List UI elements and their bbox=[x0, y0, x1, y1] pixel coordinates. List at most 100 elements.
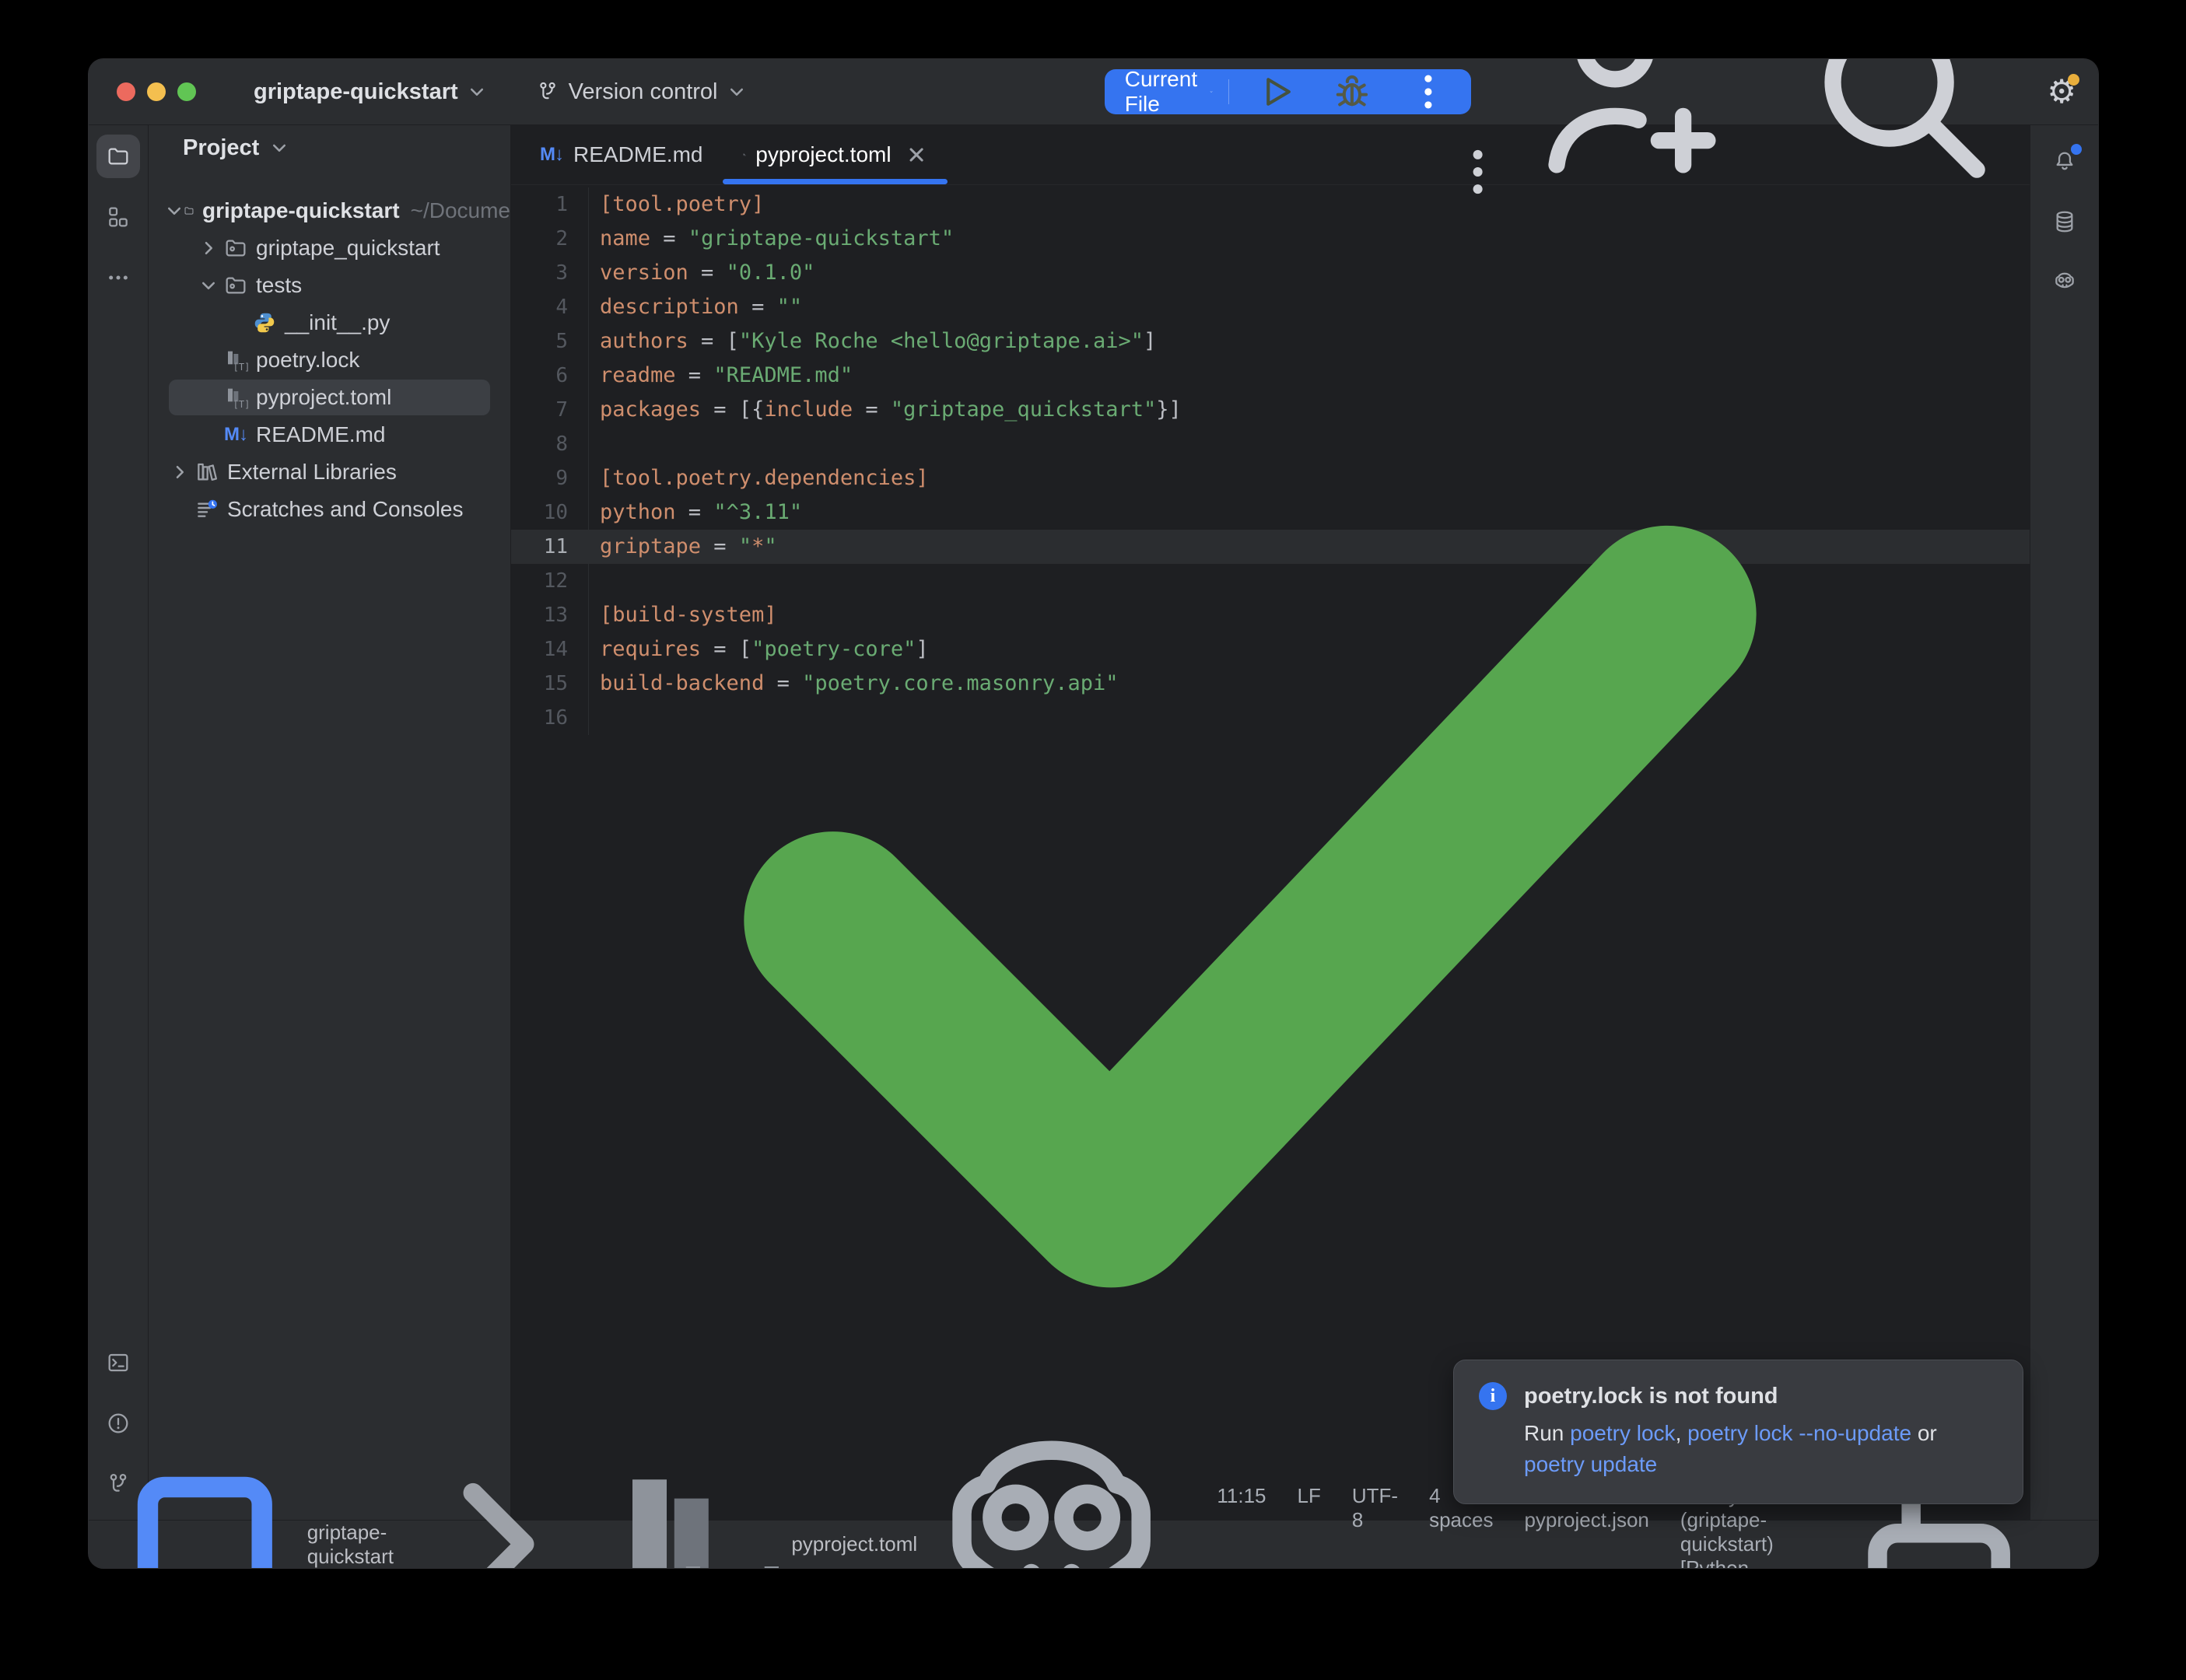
tree-item-path: ~/Docume bbox=[411, 198, 510, 223]
tree-item-label: tests bbox=[256, 273, 302, 298]
ide-window: griptape-quickstart Version control Curr… bbox=[88, 58, 2099, 1569]
settings-update-badge bbox=[2068, 74, 2079, 86]
svg-text:[T]: [T] bbox=[671, 1555, 781, 1569]
settings-gear-icon[interactable]: ⚙ bbox=[2047, 77, 2076, 107]
run-configuration-widget[interactable]: Current File bbox=[1105, 69, 1471, 114]
copilot-icon bbox=[2052, 270, 2077, 295]
tree-item-griptape_quickstart[interactable]: griptape_quickstart bbox=[149, 229, 510, 267]
run-config-label: Current File bbox=[1125, 67, 1197, 117]
tree-item-poetry.lock[interactable]: [T]poetry.lock bbox=[149, 341, 510, 379]
notification-title: poetry.lock is not found bbox=[1524, 1384, 1778, 1409]
info-icon: i bbox=[1479, 1382, 1507, 1410]
tree-item-__init__.py[interactable]: __init__.py bbox=[149, 304, 510, 341]
breadcrumb-file[interactable]: pyproject.toml bbox=[791, 1532, 917, 1556]
toml-file-icon: [T] bbox=[743, 142, 746, 167]
database-toolwindow-button[interactable] bbox=[2043, 200, 2086, 243]
tree-item-griptape-quickstart[interactable]: griptape-quickstart ~/Docume bbox=[149, 192, 510, 229]
tree-item-label: Scratches and Consoles bbox=[227, 497, 464, 522]
tab-label: README.md bbox=[573, 142, 702, 167]
project-name: griptape-quickstart bbox=[254, 79, 458, 105]
editor-tab-pyproject.toml[interactable]: [T] pyproject.toml bbox=[723, 125, 947, 184]
structure-toolwindow-button[interactable] bbox=[96, 195, 140, 239]
toml-icon: [T] bbox=[223, 385, 248, 410]
vcs-widget[interactable]: Version control bbox=[525, 72, 757, 113]
problems-icon bbox=[106, 1411, 131, 1436]
more-toolwindows-button[interactable] bbox=[96, 256, 140, 299]
tab-label: pyproject.toml bbox=[755, 142, 891, 167]
terminal-toolwindow-button[interactable] bbox=[96, 1341, 140, 1384]
inspections-ok-icon[interactable] bbox=[511, 198, 2009, 1520]
run-button[interactable] bbox=[1244, 69, 1308, 114]
chevron-right-icon bbox=[405, 1453, 587, 1569]
more-icon bbox=[106, 265, 131, 290]
version-control-toolwindow-button[interactable] bbox=[96, 1462, 140, 1506]
folder-icon bbox=[106, 144, 131, 169]
chevron-down-icon[interactable] bbox=[194, 276, 223, 295]
svg-text:[T]: [T] bbox=[233, 399, 248, 410]
traffic-lights bbox=[117, 82, 196, 101]
terminal-icon bbox=[106, 1350, 131, 1375]
notification-text: or bbox=[1911, 1421, 1937, 1445]
tree-item-label: pyproject.toml bbox=[256, 385, 391, 410]
tree-item-pyproject.toml[interactable]: [T] pyproject.toml bbox=[149, 379, 510, 416]
titlebar: griptape-quickstart Version control Curr… bbox=[89, 59, 2098, 125]
chevron-down-icon bbox=[727, 82, 746, 101]
notifications-button[interactable] bbox=[2043, 139, 2086, 183]
notification-text: , bbox=[1676, 1421, 1688, 1445]
git-branch-icon bbox=[536, 80, 559, 103]
project-panel-header[interactable]: Project bbox=[149, 125, 510, 170]
minimize-window-button[interactable] bbox=[147, 82, 166, 101]
code-editor[interactable]: 1[tool.poetry]2name = "griptape-quicksta… bbox=[511, 185, 2030, 1520]
notification-text: Run bbox=[1524, 1421, 1570, 1445]
chevron-down-icon bbox=[1210, 83, 1213, 100]
more-run-options-button[interactable] bbox=[1396, 69, 1460, 114]
chevron-right-icon[interactable] bbox=[165, 463, 194, 481]
git-branch-icon bbox=[106, 1472, 131, 1496]
tree-item-tests[interactable]: tests bbox=[149, 267, 510, 304]
close-window-button[interactable] bbox=[117, 82, 135, 101]
breadcrumb-project[interactable]: griptape-quickstart bbox=[307, 1521, 394, 1569]
project-panel-title: Project bbox=[183, 135, 259, 161]
editor-tab-README.md[interactable]: M↓ README.md bbox=[519, 125, 723, 184]
project-toolwindow-button[interactable] bbox=[96, 135, 140, 178]
tree-item-label: griptape-quickstart bbox=[202, 198, 400, 223]
chevron-down-icon bbox=[270, 138, 289, 157]
library-icon bbox=[194, 460, 219, 485]
notification-link[interactable]: poetry lock --no-update bbox=[1687, 1421, 1911, 1445]
tree-item-External Libraries[interactable]: External Libraries bbox=[149, 453, 510, 491]
tree-item-README.md[interactable]: M↓ README.md bbox=[149, 416, 510, 453]
notification-link[interactable]: poetry lock bbox=[1570, 1421, 1675, 1445]
status-bar: griptape-quickstart [T] pyproject.toml 1… bbox=[89, 1520, 2098, 1568]
notification-link[interactable]: poetry update bbox=[1524, 1452, 1657, 1476]
src-folder-icon bbox=[223, 236, 248, 261]
ai-assistant-toolwindow-button[interactable] bbox=[2043, 261, 2086, 304]
structure-icon bbox=[106, 205, 131, 229]
tree-item-label: __init__.py bbox=[285, 310, 390, 335]
problems-toolwindow-button[interactable] bbox=[96, 1402, 140, 1445]
active-tab-underline bbox=[723, 179, 947, 184]
right-toolwindow-strip bbox=[2030, 125, 2098, 1520]
python-icon bbox=[252, 310, 277, 335]
vcs-label: Version control bbox=[569, 79, 718, 105]
zoom-window-button[interactable] bbox=[177, 82, 196, 101]
project-icon bbox=[114, 1453, 296, 1569]
scratches-icon bbox=[194, 497, 219, 522]
tree-item-label: README.md bbox=[256, 422, 385, 447]
chevron-down-icon[interactable] bbox=[165, 201, 184, 220]
debug-button[interactable] bbox=[1320, 69, 1384, 114]
chevron-right-icon[interactable] bbox=[194, 239, 223, 257]
project-switcher[interactable]: griptape-quickstart bbox=[243, 72, 497, 113]
tree-item-label: External Libraries bbox=[227, 460, 397, 485]
markdown-file-icon: M↓ bbox=[539, 142, 564, 167]
src-folder-icon bbox=[223, 273, 248, 298]
notification-balloon: i poetry.lock is not found Run poetry lo… bbox=[1453, 1360, 2023, 1504]
toml-icon: [T] bbox=[223, 348, 248, 373]
tree-item-Scratches and Consoles[interactable]: Scratches and Consoles bbox=[149, 491, 510, 528]
folder-icon bbox=[184, 198, 194, 223]
close-tab-icon[interactable] bbox=[906, 125, 927, 184]
left-toolwindow-strip bbox=[89, 125, 149, 1520]
tree-item-label: griptape_quickstart bbox=[256, 236, 440, 261]
markdown-icon: M↓ bbox=[223, 422, 248, 447]
notification-body: Run poetry lock, poetry lock --no-update… bbox=[1524, 1418, 1998, 1480]
chevron-down-icon bbox=[468, 82, 486, 101]
